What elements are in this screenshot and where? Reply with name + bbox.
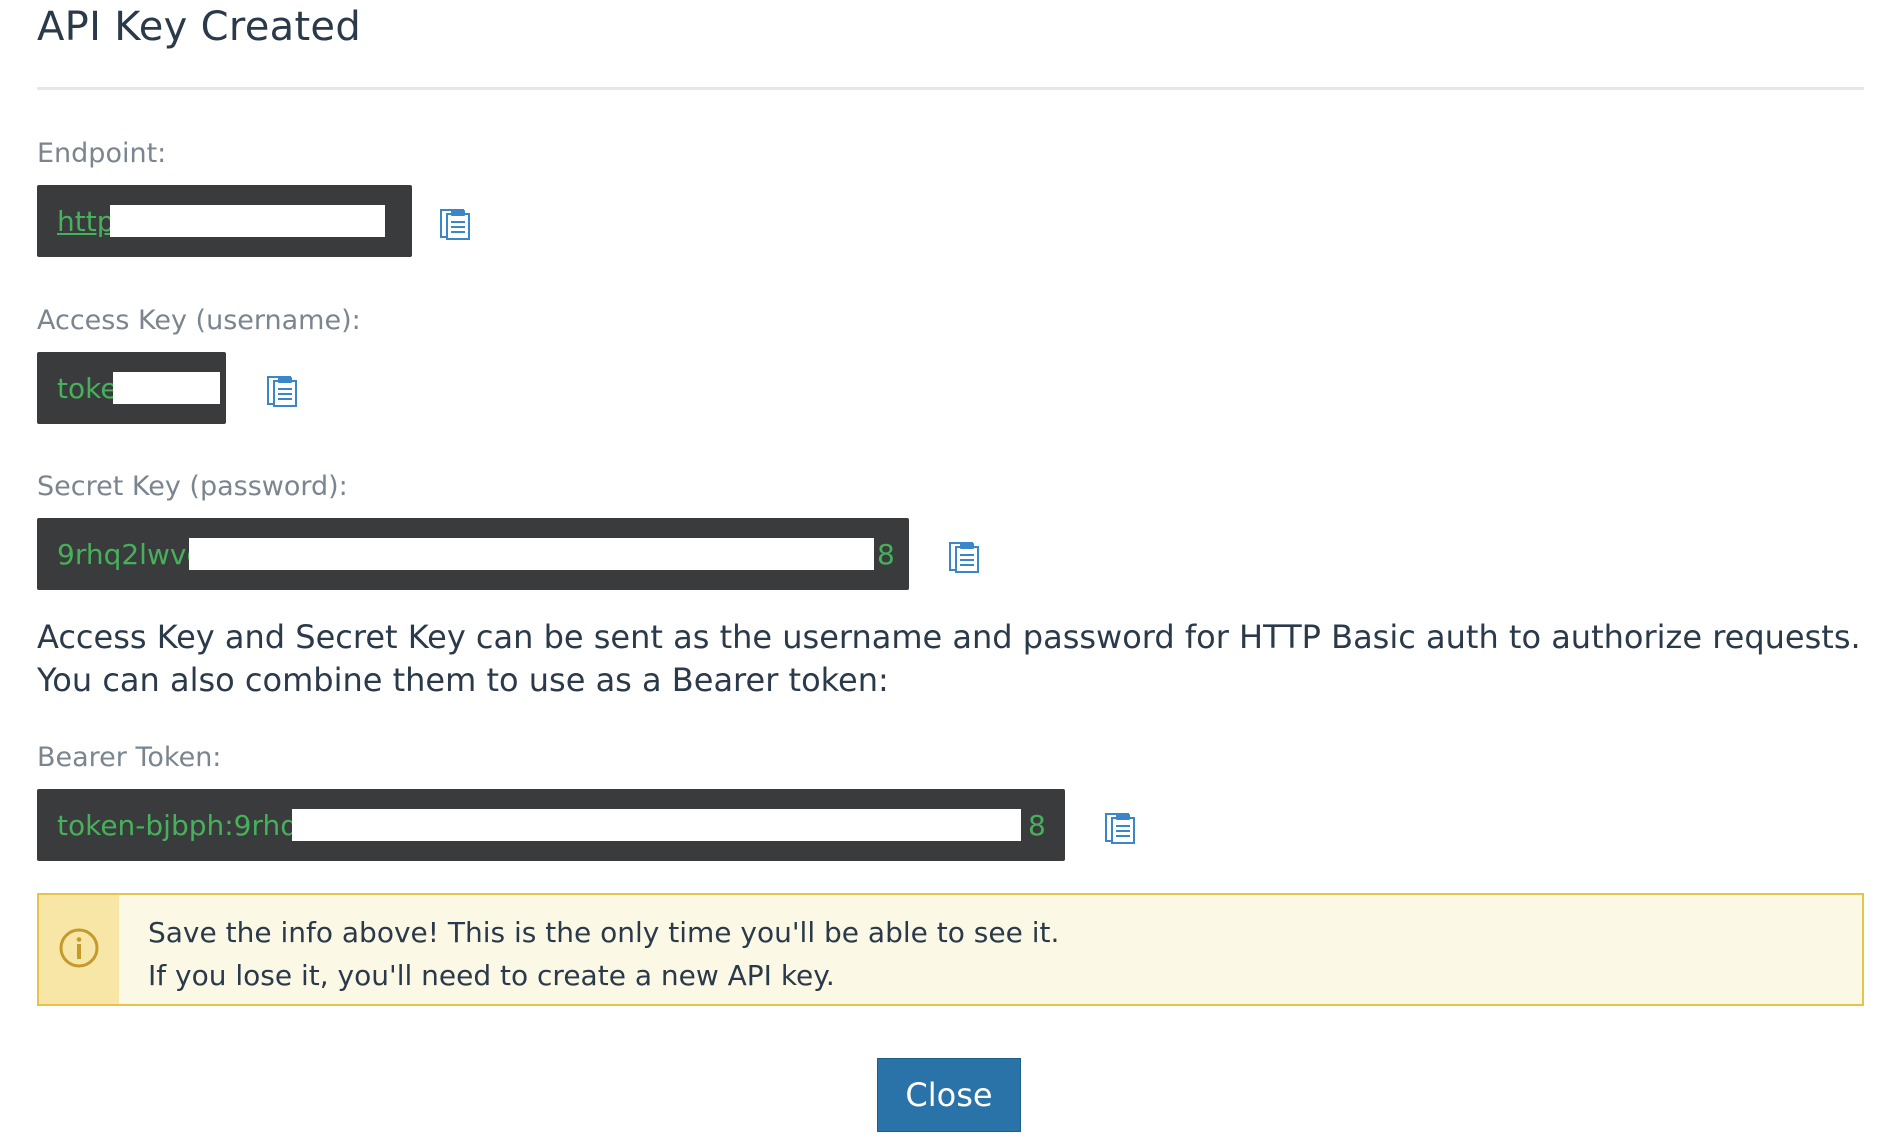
endpoint-value-box[interactable]: http bbox=[37, 185, 412, 257]
clipboard-icon bbox=[947, 538, 981, 574]
bearer-token-value-box[interactable]: token-bjbph:9rhq2l 8 bbox=[37, 789, 1065, 861]
close-button[interactable]: Close bbox=[877, 1058, 1021, 1132]
bearer-token-tail: 8 bbox=[1028, 808, 1046, 842]
access-key-label: Access Key (username): bbox=[37, 305, 361, 336]
clipboard-icon bbox=[265, 372, 299, 408]
info-circle-icon bbox=[58, 927, 100, 973]
redaction-bar bbox=[189, 538, 874, 570]
auth-explanation-text: Access Key and Secret Key can be sent as… bbox=[37, 618, 1861, 699]
warning-message: Save the info above! This is the only ti… bbox=[119, 895, 1059, 1004]
warning-line-1: Save the info above! This is the only ti… bbox=[148, 916, 1060, 949]
copy-secret-key-button[interactable] bbox=[947, 538, 981, 574]
clipboard-icon bbox=[1103, 809, 1137, 845]
bearer-token-value: token-bjbph:9rhq2l bbox=[57, 808, 324, 842]
secret-key-value-box[interactable]: 9rhq2lwvg 8 bbox=[37, 518, 909, 590]
endpoint-label: Endpoint: bbox=[37, 138, 167, 169]
bearer-token-label: Bearer Token: bbox=[37, 742, 222, 773]
redaction-bar bbox=[113, 372, 220, 404]
access-key-value: toke bbox=[57, 371, 118, 405]
api-key-created-dialog: API Key Created Endpoint: http Access Ke… bbox=[0, 0, 1890, 1144]
clipboard-icon bbox=[438, 205, 472, 241]
title-divider bbox=[37, 87, 1864, 90]
warning-line-2: If you lose it, you'll need to create a … bbox=[148, 959, 835, 992]
redaction-bar bbox=[292, 809, 1021, 841]
redaction-bar bbox=[110, 205, 385, 237]
access-key-value-box[interactable]: toke bbox=[37, 352, 226, 424]
copy-endpoint-button[interactable] bbox=[438, 205, 472, 241]
warning-icon-cell bbox=[39, 895, 119, 1004]
secret-key-value: 9rhq2lwvg bbox=[57, 537, 205, 571]
copy-bearer-token-button[interactable] bbox=[1103, 809, 1137, 845]
dialog-title: API Key Created bbox=[37, 4, 362, 50]
secret-key-label: Secret Key (password): bbox=[37, 471, 348, 502]
endpoint-link[interactable]: http bbox=[57, 205, 114, 238]
copy-access-key-button[interactable] bbox=[265, 372, 299, 408]
save-info-warning-banner: Save the info above! This is the only ti… bbox=[37, 893, 1864, 1006]
secret-key-tail: 8 bbox=[877, 537, 895, 571]
